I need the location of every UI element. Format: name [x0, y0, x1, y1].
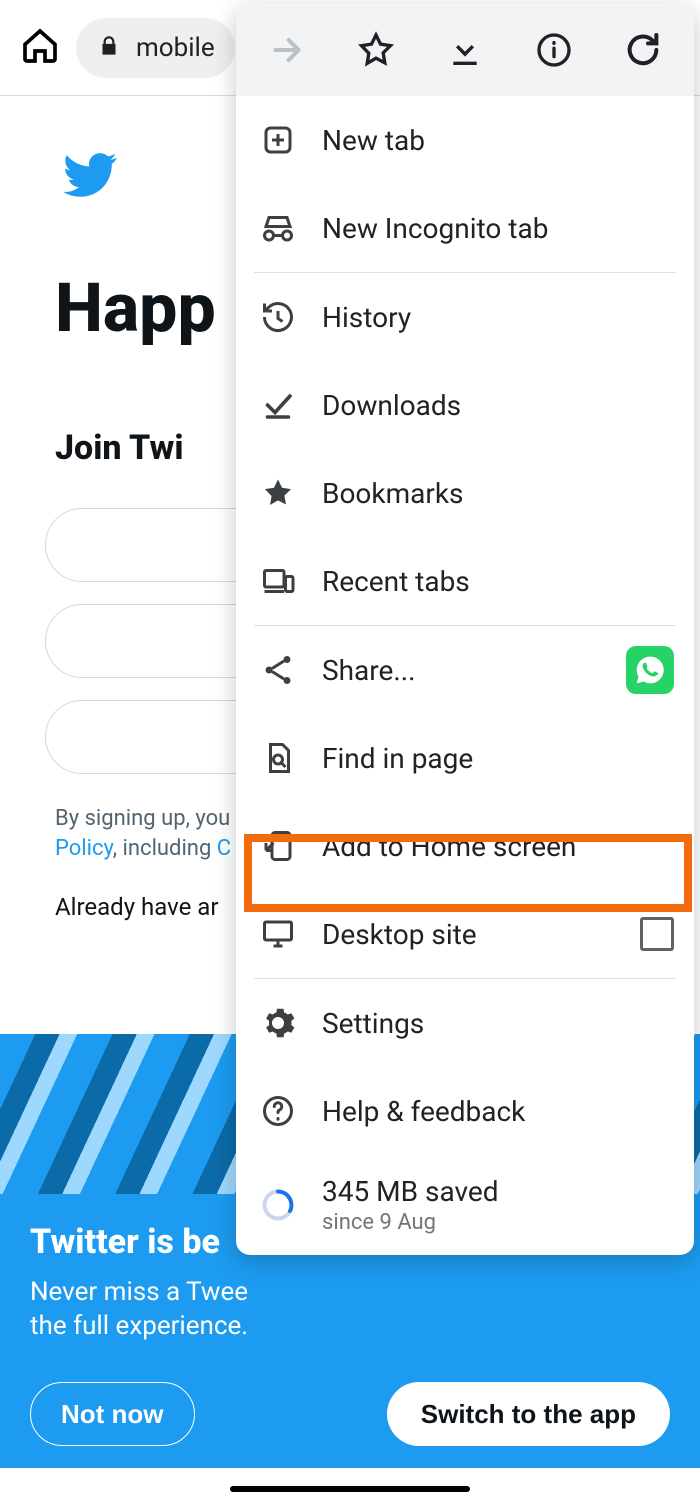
menu-item-desktop-site[interactable]: Desktop site	[236, 890, 694, 978]
data-saver-text: 345 MB saved since 9 Aug	[322, 1175, 674, 1235]
menu-label: Settings	[322, 1007, 674, 1040]
desktop-icon	[256, 912, 300, 956]
switch-to-app-button[interactable]: Switch to the app	[387, 1382, 670, 1446]
menu-label: Find in page	[322, 742, 674, 775]
forward-icon[interactable]	[259, 22, 315, 78]
share-icon	[256, 648, 300, 692]
data-saver-icon	[256, 1183, 300, 1227]
home-icon[interactable]	[20, 26, 60, 70]
menu-label: Bookmarks	[322, 477, 674, 510]
help-icon	[256, 1089, 300, 1133]
menu-item-recent-tabs[interactable]: Recent tabs	[236, 537, 694, 625]
star-filled-icon	[256, 471, 300, 515]
menu-item-data-saver[interactable]: 345 MB saved since 9 Aug	[236, 1155, 694, 1255]
incognito-icon	[256, 206, 300, 250]
url-pill[interactable]: mobile	[76, 18, 235, 78]
browser-overflow-menu: New tab New Incognito tab History Downlo…	[236, 4, 694, 1255]
menu-label: Downloads	[322, 389, 674, 422]
menu-item-add-to-home[interactable]: Add to Home screen	[236, 802, 694, 890]
history-icon	[256, 295, 300, 339]
plus-square-icon	[256, 118, 300, 162]
lock-icon	[96, 33, 122, 63]
find-in-page-icon	[256, 736, 300, 780]
menu-label: Desktop site	[322, 918, 618, 951]
menu-label: Add to Home screen	[322, 830, 674, 863]
desktop-site-checkbox[interactable]	[640, 917, 674, 951]
download-icon[interactable]	[437, 22, 493, 78]
menu-item-incognito[interactable]: New Incognito tab	[236, 184, 694, 272]
menu-label: New tab	[322, 124, 674, 157]
menu-label: Recent tabs	[322, 565, 674, 598]
home-indicator	[230, 1486, 470, 1492]
menu-label: Share...	[322, 654, 604, 687]
add-to-home-icon	[256, 824, 300, 868]
info-icon[interactable]	[526, 22, 582, 78]
menu-item-history[interactable]: History	[236, 273, 694, 361]
whatsapp-icon[interactable]	[626, 646, 674, 694]
menu-top-toolbar	[236, 4, 694, 96]
policy-link[interactable]: Policy	[55, 836, 113, 861]
download-done-icon	[256, 383, 300, 427]
gear-icon	[256, 1001, 300, 1045]
menu-item-find-in-page[interactable]: Find in page	[236, 714, 694, 802]
menu-item-settings[interactable]: Settings	[236, 979, 694, 1067]
cookie-link[interactable]: C	[217, 836, 231, 861]
menu-label: History	[322, 301, 674, 334]
menu-item-downloads[interactable]: Downloads	[236, 361, 694, 449]
devices-icon	[256, 559, 300, 603]
promo-body: Never miss a Tweethe full experience.	[30, 1276, 670, 1344]
reload-icon[interactable]	[615, 22, 671, 78]
menu-item-share[interactable]: Share...	[236, 626, 694, 714]
menu-item-new-tab[interactable]: New tab	[236, 96, 694, 184]
menu-label: New Incognito tab	[322, 212, 674, 245]
not-now-button[interactable]: Not now	[30, 1382, 195, 1446]
url-text: mobile	[136, 33, 215, 63]
star-outline-icon[interactable]	[348, 22, 404, 78]
menu-item-help[interactable]: Help & feedback	[236, 1067, 694, 1155]
menu-label: Help & feedback	[322, 1095, 674, 1128]
menu-item-bookmarks[interactable]: Bookmarks	[236, 449, 694, 537]
